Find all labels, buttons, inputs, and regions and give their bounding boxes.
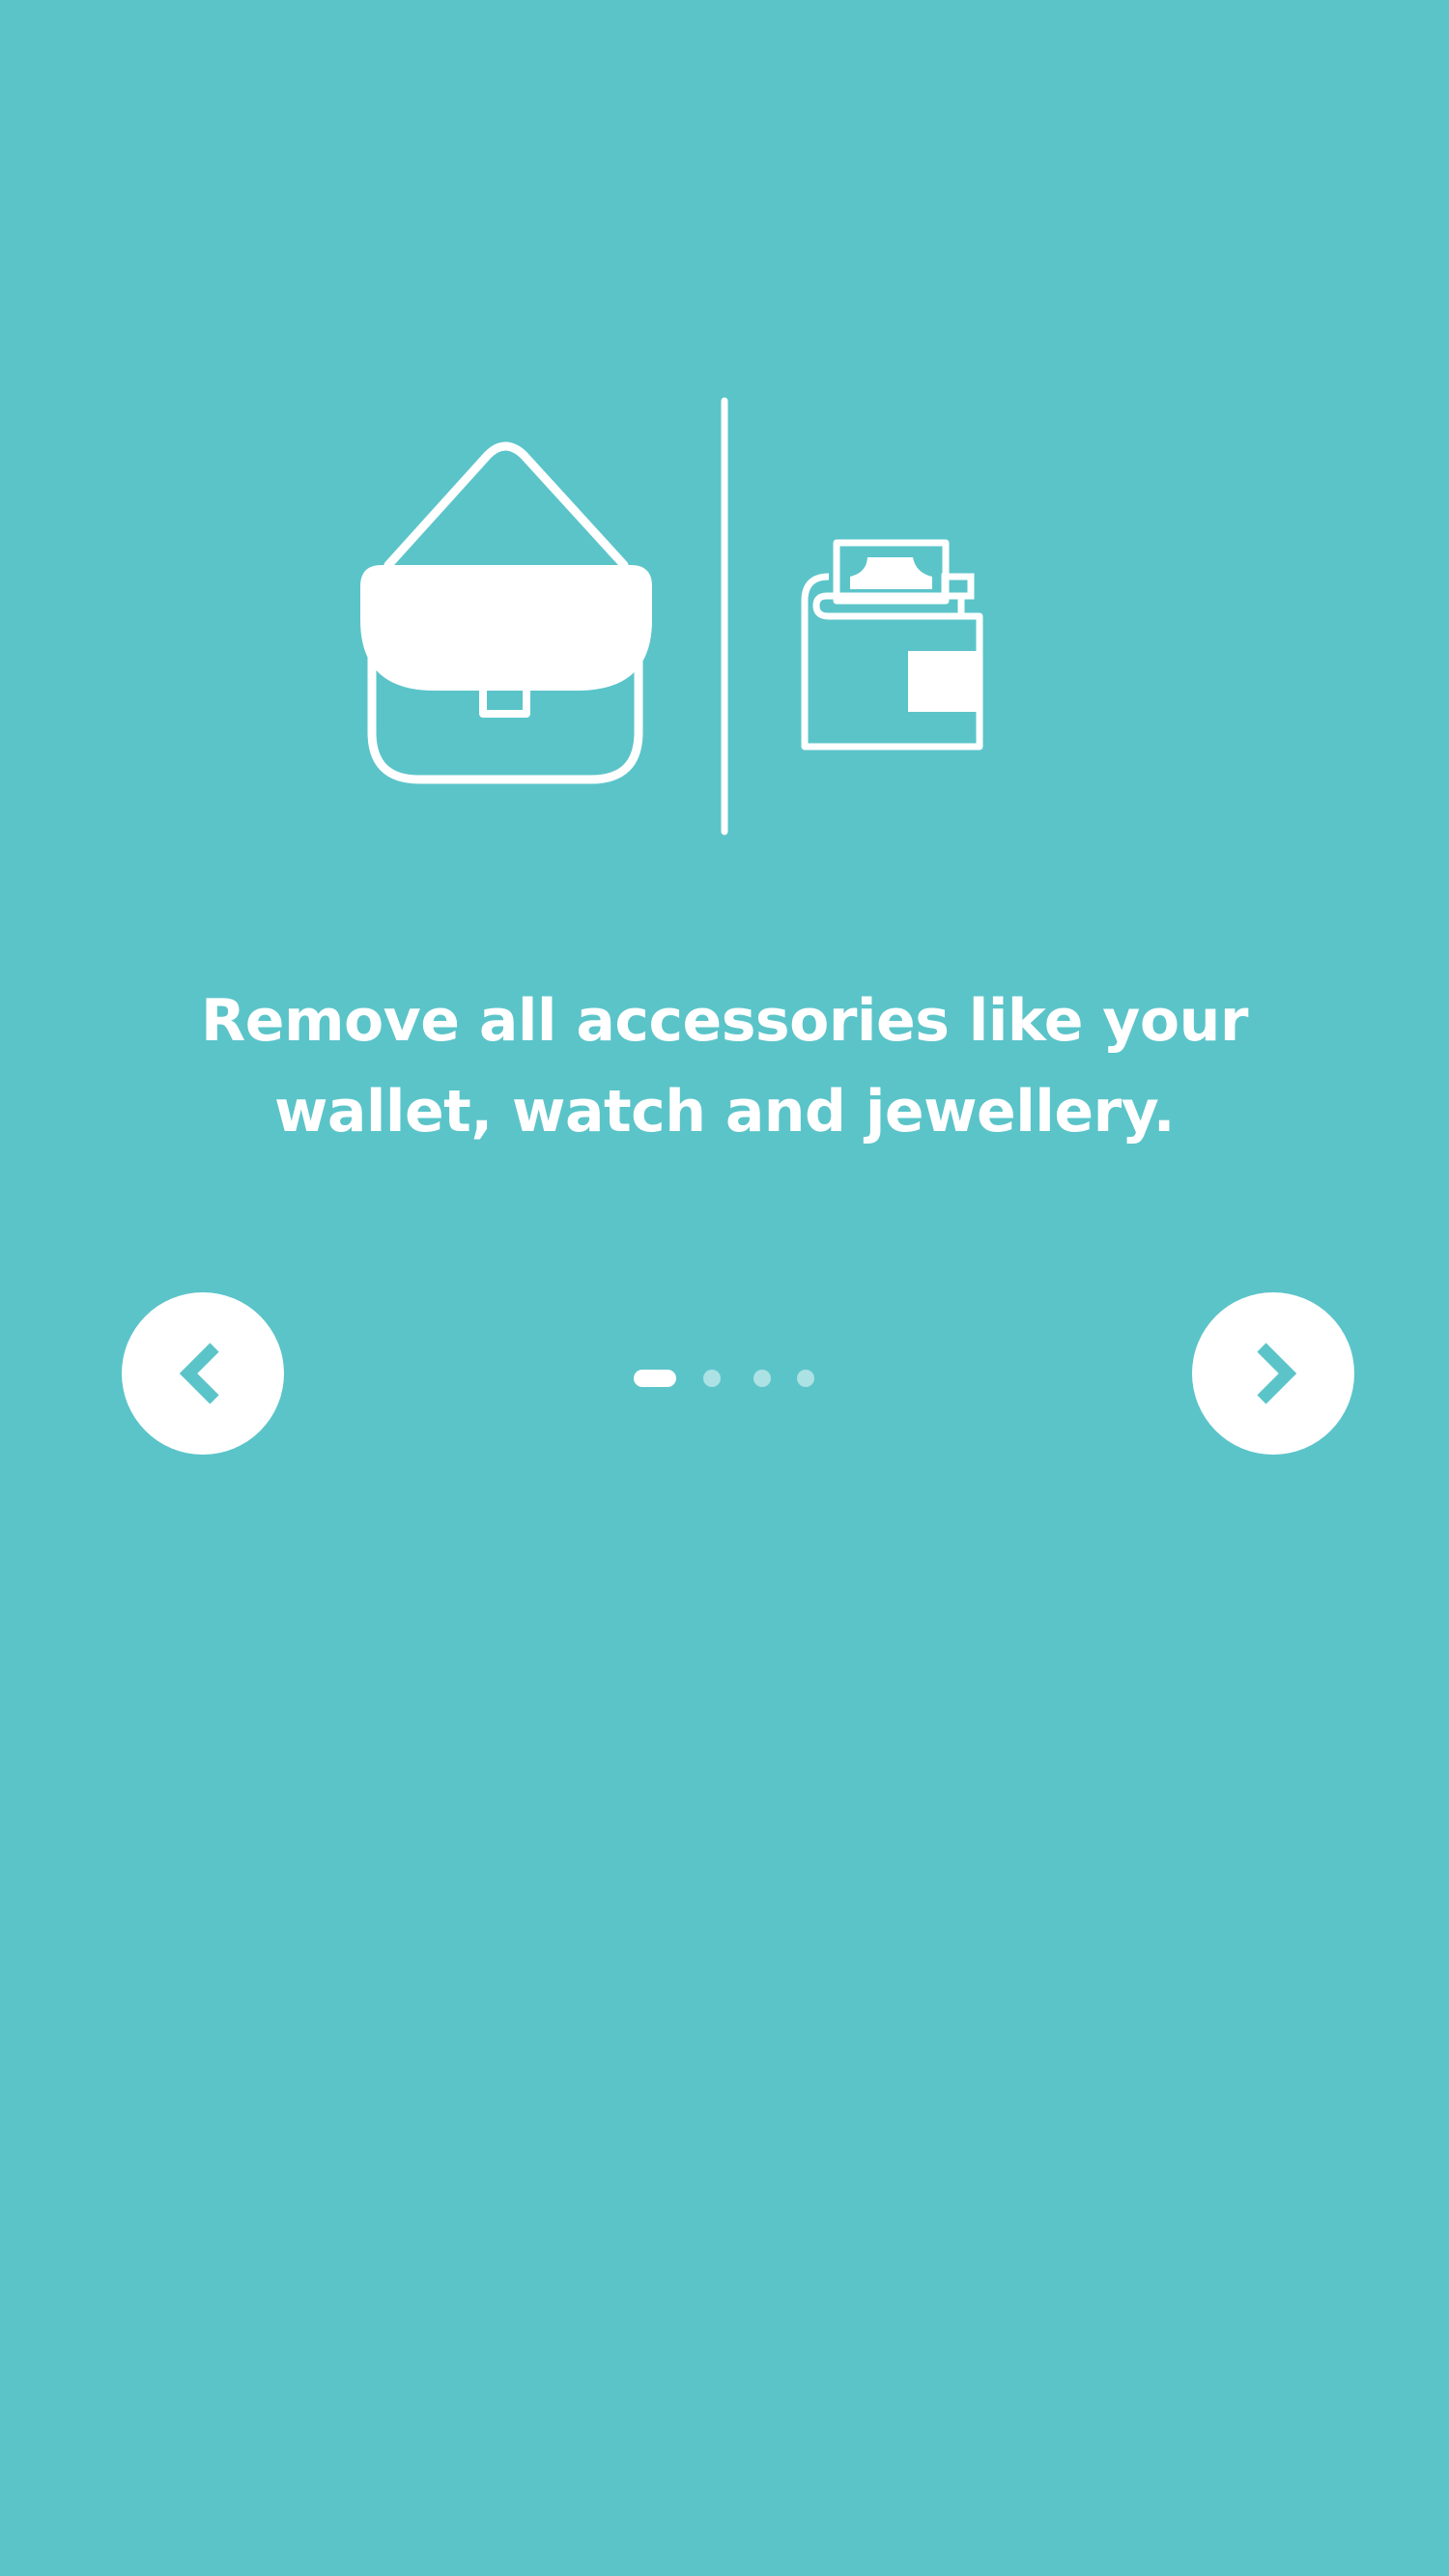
page-indicator-dot-3[interactable] (753, 1370, 771, 1387)
chevron-right-icon (1257, 1343, 1297, 1404)
illustration (0, 386, 1449, 850)
instruction-text: Remove all accessories like your wallet,… (201, 987, 1248, 1146)
onboarding-screen: Remove all accessories like your wallet,… (0, 0, 1449, 2576)
page-indicator-dot-2[interactable] (703, 1370, 721, 1387)
accessories-illustration (360, 397, 983, 835)
handbag-icon (360, 441, 652, 784)
page-indicator-dot-4[interactable] (797, 1370, 814, 1387)
wallet-icon (801, 539, 983, 750)
page-indicator-dot-1-active[interactable] (634, 1370, 676, 1387)
next-button[interactable] (1192, 1292, 1354, 1455)
